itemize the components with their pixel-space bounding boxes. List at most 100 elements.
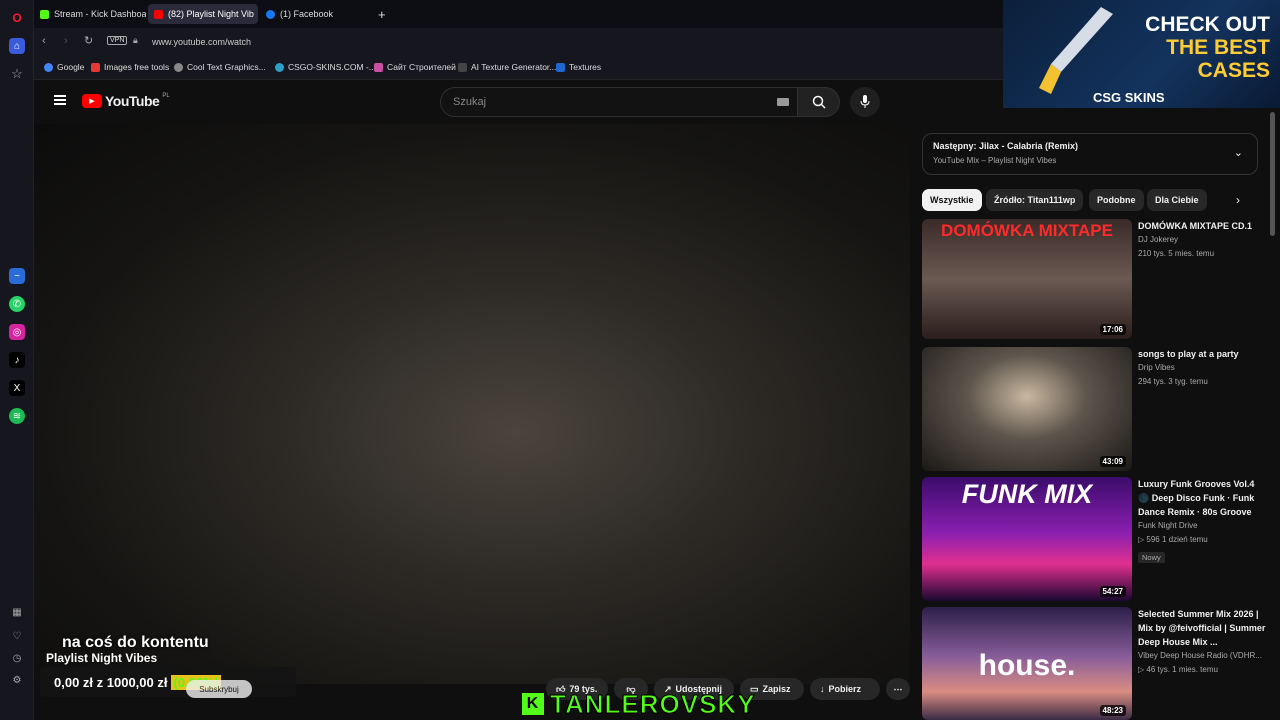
duration: 43:09 (1099, 456, 1126, 467)
ad-line-3: CASES (1197, 59, 1270, 82)
chip-all[interactable]: Wszystkie (922, 189, 982, 211)
search-input[interactable]: Szukaj (440, 87, 798, 117)
list-item[interactable]: house. 48:23 Selected Summer Mix 2026 | … (922, 607, 1278, 720)
csgo-skins-ad[interactable]: CHECK OUT THE BEST CASES CSG SKINS (1003, 0, 1280, 108)
bookmark-google[interactable]: Google (44, 62, 84, 72)
messenger-icon[interactable]: ~ (9, 268, 25, 284)
download-icon: ↓ (820, 684, 825, 694)
stream-caption: na coś do kontentu (62, 634, 209, 651)
heart-icon[interactable]: ♡ (9, 628, 25, 644)
logo-text: YouTube (105, 93, 160, 109)
youtube-logo[interactable]: ▶ YouTube PL (82, 93, 170, 109)
up-next-panel[interactable]: Następny: Jilax - Calabria (Remix) YouTu… (922, 133, 1258, 175)
screen: O ⌂ ☆ ~ ✆ ◎ ♪ X ≋ ▦ ♡ ◷ ⚙ Stream - Kick … (0, 0, 1280, 720)
duration: 17:06 (1099, 324, 1126, 335)
knife-icon (1039, 7, 1113, 94)
ad-line-1: CHECK OUT (1145, 13, 1270, 36)
bookmark-csgo-skins[interactable]: CSGO-SKINS.COM -... (275, 62, 376, 72)
voice-search-button[interactable] (850, 87, 880, 117)
search-button[interactable] (798, 87, 840, 117)
chip-for-you[interactable]: Dla Ciebie (1147, 189, 1207, 211)
up-next-title: Następny: Jilax - Calabria (Remix) (933, 141, 1079, 151)
video-thumbnail[interactable]: FUNK MIX 54:27 (922, 477, 1132, 601)
more-actions-button[interactable]: ⋯ (886, 678, 910, 700)
spotify-icon[interactable]: ≋ (9, 408, 25, 424)
tab-label: (1) Facebook (280, 9, 334, 19)
vpn-badge[interactable]: VPN (107, 36, 128, 45)
save-label: Zapisz (762, 684, 791, 694)
bookmark-label: Сайт Строителей (387, 62, 456, 72)
url-field[interactable]: www.youtube.com/watch (152, 33, 1032, 51)
bookmark-icon (374, 62, 383, 72)
tab-label: (82) Playlist Night Vib (168, 9, 254, 19)
ad-line-2: THE BEST (1166, 36, 1270, 59)
reload-icon[interactable]: ↻ (84, 34, 93, 47)
x-icon[interactable]: X (9, 380, 25, 396)
list-item[interactable]: DOMÓWKA MIXTAPE 17:06 DOMÓWKA MIXTAPE CD… (922, 219, 1278, 339)
video-title[interactable]: DOMÓWKA MIXTAPE CD.1 (1138, 219, 1268, 233)
up-next-subtitle: YouTube Mix – Playlist Night Vibes (933, 156, 1057, 165)
video-thumbnail[interactable]: house. 48:23 (922, 607, 1132, 720)
new-badge: Nowy (1138, 552, 1165, 563)
video-thumbnail[interactable]: 43:09 (922, 347, 1132, 471)
download-button[interactable]: ↓ Pobierz (810, 678, 880, 700)
chip-similar[interactable]: Podobne (1089, 189, 1144, 211)
bookmark-cool-text[interactable]: Cool Text Graphics... (174, 62, 266, 72)
video-title[interactable]: Luxury Funk Grooves Vol.4 🌑 Deep Disco F… (1138, 477, 1268, 519)
tiktok-icon[interactable]: ♪ (9, 352, 25, 368)
channel-name[interactable]: Funk Night Drive (1138, 519, 1268, 533)
video-thumbnail[interactable]: DOMÓWKA MIXTAPE 17:06 (922, 219, 1132, 339)
keyboard-icon[interactable] (777, 98, 789, 106)
video-stats: 210 tys. 5 mies. temu (1138, 249, 1215, 258)
search-icon (812, 95, 826, 109)
video-title[interactable]: songs to play at a party (1138, 347, 1268, 361)
list-item[interactable]: 43:09 songs to play at a party Drip Vibe… (922, 347, 1278, 471)
settings-icon[interactable]: ⚙ (9, 672, 25, 688)
tab-facebook[interactable]: (1) Facebook (260, 4, 350, 24)
opera-logo-icon[interactable]: O (9, 10, 25, 26)
new-tab-button[interactable]: + (372, 4, 392, 24)
scrollbar[interactable] (1270, 112, 1275, 236)
bookmark-label: Images free tools (104, 62, 170, 72)
menu-icon[interactable] (54, 95, 66, 105)
bookmark-label: CSGO-SKINS.COM -... (288, 62, 376, 72)
bookmark-icon (458, 62, 467, 72)
bookmark-textures[interactable]: Textures (556, 62, 601, 72)
donation-goal: 0,00 zł z 1000,00 zł (0.00%) (40, 667, 296, 697)
bookmark-icon (556, 62, 565, 72)
kick-logo-icon: K (522, 693, 544, 715)
bookmark-images-free-tools[interactable]: Images free tools (91, 62, 169, 72)
channel-name[interactable]: Drip Vibes (1138, 361, 1268, 375)
channel-name[interactable]: Vibey Deep House Radio (VDHR... (1138, 649, 1268, 663)
chip-source[interactable]: Źródło: Titan111wp (986, 189, 1084, 211)
tab-youtube[interactable]: (82) Playlist Night Vib (148, 4, 258, 24)
apps-icon[interactable]: ▦ (9, 604, 25, 620)
star-icon[interactable]: ☆ (9, 66, 25, 82)
lock-icon: 🔒︎ (133, 35, 138, 45)
thumbnail-text: FUNK MIX (961, 479, 1093, 509)
channel-name: Playlist Night Vibes (46, 651, 158, 665)
country-code: PL (162, 93, 170, 99)
back-icon[interactable]: ‹ (42, 35, 46, 47)
thumbnail-text: DOMÓWKA MIXTAPE (941, 221, 1113, 240)
video-meta: DOMÓWKA MIXTAPE CD.1 DJ Jokerey 210 tys.… (1138, 219, 1268, 261)
bookmark-ai-texture[interactable]: AI Texture Generator... (458, 62, 556, 72)
bookmark-label: Google (57, 62, 85, 72)
more-icon: ⋯ (893, 683, 903, 694)
subscribe-button[interactable]: Subskrybuj (186, 680, 252, 698)
video-player[interactable] (34, 124, 910, 684)
list-item[interactable]: FUNK MIX 54:27 Luxury Funk Grooves Vol.4… (922, 477, 1278, 601)
bookmark-builders[interactable]: Сайт Строителей (374, 62, 456, 72)
tab-kick[interactable]: Stream - Kick Dashboard (34, 4, 146, 24)
bookmark-label: Textures (569, 62, 602, 72)
chevron-right-icon[interactable]: › (1236, 193, 1240, 207)
forward-icon[interactable]: › (64, 35, 68, 47)
home-icon[interactable]: ⌂ (9, 38, 25, 54)
channel-name[interactable]: DJ Jokerey (1138, 233, 1268, 247)
instagram-icon[interactable]: ◎ (9, 324, 25, 340)
video-title[interactable]: Selected Summer Mix 2026 | Mix by @feivo… (1138, 607, 1268, 649)
whatsapp-icon[interactable]: ✆ (9, 296, 25, 312)
chevron-down-icon[interactable]: ⌄ (1234, 146, 1243, 159)
browser-sidebar: O ⌂ ☆ ~ ✆ ◎ ♪ X ≋ ▦ ♡ ◷ ⚙ (0, 0, 34, 720)
history-icon[interactable]: ◷ (9, 650, 25, 666)
